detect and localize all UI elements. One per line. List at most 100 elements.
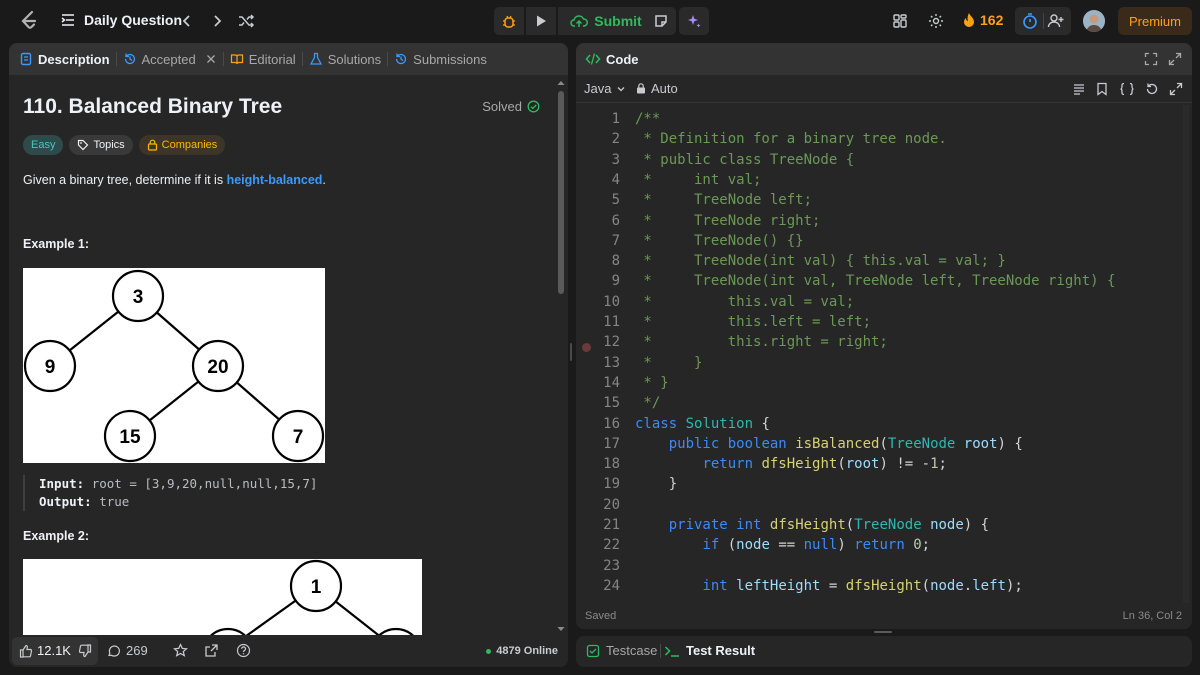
line-text: private int dfsHeight(TreeNode node) { — [668, 517, 990, 533]
online-dot — [486, 648, 492, 654]
tab-description[interactable]: Description — [9, 43, 116, 75]
line-text: */ — [635, 395, 661, 412]
tab-solutions[interactable]: Solutions — [303, 43, 387, 75]
settings-gear-icon[interactable] — [927, 12, 945, 30]
note-icon — [655, 15, 667, 27]
problem-title[interactable]: 110. Balanced Binary Tree — [23, 95, 282, 119]
line-text: * this.val = val; — [635, 293, 855, 310]
scrollbar-track — [557, 81, 565, 631]
reset-code-icon[interactable] — [1145, 82, 1159, 96]
share-icon[interactable] — [204, 643, 219, 658]
expand-panel-icon[interactable] — [1168, 52, 1182, 66]
line-number: 10 — [603, 293, 620, 310]
tab-submissions-label: Submissions — [413, 51, 487, 67]
line-text: if (node == null) return 0; — [702, 537, 931, 554]
add-collaborator-icon[interactable] — [1047, 12, 1065, 30]
line-number: 5 — [611, 192, 620, 209]
shuffle-icon[interactable] — [236, 11, 256, 31]
online-users: 4879 Online — [486, 645, 558, 657]
tab-editorial[interactable]: Editorial — [224, 43, 302, 75]
like-dislike-group: 12.1K — [12, 637, 98, 665]
comment-count: 269 — [126, 643, 148, 658]
line-number: 22 — [603, 537, 620, 554]
debug-bug-icon — [503, 15, 515, 28]
height-balanced-link[interactable]: height-balanced — [227, 173, 323, 187]
problem-list-icon — [61, 14, 74, 26]
problem-statement: Given a binary tree, determine if it is … — [23, 173, 326, 187]
tab-submissions[interactable]: Submissions — [388, 43, 493, 75]
tag-icon — [78, 139, 89, 151]
line-text: * TreeNode right; — [635, 212, 821, 229]
vertical-resize-handle[interactable] — [570, 343, 572, 361]
tab-accepted[interactable]: Accepted — [117, 43, 223, 75]
thumbs-down-icon[interactable] — [78, 644, 92, 658]
run-button[interactable] — [526, 7, 556, 35]
curly-braces-icon[interactable] — [1119, 82, 1135, 96]
star-favorite-icon[interactable] — [173, 643, 188, 658]
language-select[interactable]: Java — [584, 81, 626, 96]
timer-icon[interactable] — [1021, 12, 1039, 30]
prev-problem-icon[interactable] — [177, 11, 197, 31]
description-panel: Description Accepted Editorial Solutions… — [9, 43, 568, 667]
daily-question-link[interactable]: Daily Question — [60, 12, 182, 28]
code-toolbar: Java Auto — [576, 75, 1192, 103]
line-text: * public class TreeNode { — [635, 151, 855, 168]
companies-chip[interactable]: Companies — [138, 135, 226, 155]
line-number: 24 — [603, 577, 620, 594]
test-result-label: Test Result — [686, 643, 756, 658]
comment-icon — [108, 644, 120, 657]
streak-counter[interactable]: 162 — [962, 12, 1003, 28]
debug-button[interactable] — [494, 7, 524, 35]
bookmark-icon[interactable] — [1095, 82, 1109, 96]
description-scrollbar[interactable] — [556, 79, 566, 631]
statement-end: . — [322, 173, 326, 187]
topics-chip[interactable]: Topics — [69, 135, 133, 155]
ai-assist-button[interactable] — [679, 7, 709, 35]
testcase-label: Testcase — [606, 643, 658, 658]
close-tab-icon[interactable] — [205, 53, 217, 65]
auto-label: Auto — [651, 81, 678, 96]
submit-button[interactable]: Submit — [558, 7, 658, 35]
timer-and-collab-group — [1015, 7, 1071, 35]
format-code-icon[interactable] — [1072, 82, 1086, 96]
line-text: * Definition for a binary tree node. — [635, 131, 947, 148]
topics-label: Topics — [93, 139, 125, 151]
layout-grid-icon[interactable] — [892, 13, 908, 29]
user-avatar[interactable] — [1083, 10, 1105, 32]
input-label: Input: — [39, 476, 85, 491]
tab-code[interactable]: Code — [576, 43, 645, 75]
fullscreen-editor-icon[interactable] — [1169, 82, 1183, 96]
tab-test-result[interactable]: Test Result — [664, 643, 755, 658]
terminal-icon — [664, 645, 679, 657]
line-number: 6 — [611, 212, 620, 229]
line-number: 13 — [603, 354, 620, 371]
editor-scrollbar[interactable] — [1182, 105, 1190, 603]
line-number: 17 — [603, 435, 620, 452]
tab-description-label: Description — [38, 51, 110, 67]
code-tabbar: Code — [576, 43, 1192, 75]
leetcode-logo-icon[interactable] — [17, 9, 41, 33]
line-number: 23 — [603, 557, 620, 574]
tree1-node-7: 7 — [293, 427, 304, 448]
notes-button[interactable] — [646, 7, 676, 35]
premium-button[interactable]: Premium — [1118, 7, 1192, 35]
next-problem-icon[interactable] — [207, 11, 227, 31]
comments-button[interactable]: 269 — [107, 643, 148, 658]
tree1-node-20: 20 — [207, 357, 228, 378]
flame-icon — [964, 13, 974, 27]
tab-testcase[interactable]: Testcase — [586, 643, 657, 658]
language-value: Java — [584, 81, 612, 96]
tab-editorial-label: Editorial — [248, 51, 296, 67]
maximize-icon[interactable] — [1144, 52, 1158, 66]
auto-mode-toggle[interactable]: Auto — [636, 81, 678, 96]
code-editor[interactable]: 1 /** 2 * Definition for a binary tree nod… — [576, 103, 1192, 603]
tab-accepted-label: Accepted — [141, 51, 196, 67]
help-icon[interactable] — [236, 643, 251, 658]
sparkle-icon — [688, 15, 701, 28]
description-footer: 12.1K 269 4879 Online — [9, 635, 568, 667]
thumbs-up-icon[interactable] — [19, 644, 33, 658]
panel-resize-handle[interactable] — [874, 631, 892, 633]
code-panel: Code Java Auto 1 /** 2 * Definition for a … — [576, 43, 1192, 629]
example2-heading: Example 2: — [23, 529, 90, 543]
example1-block: Input: root = [3,9,20,null,null,15,7] Ou… — [23, 475, 317, 511]
